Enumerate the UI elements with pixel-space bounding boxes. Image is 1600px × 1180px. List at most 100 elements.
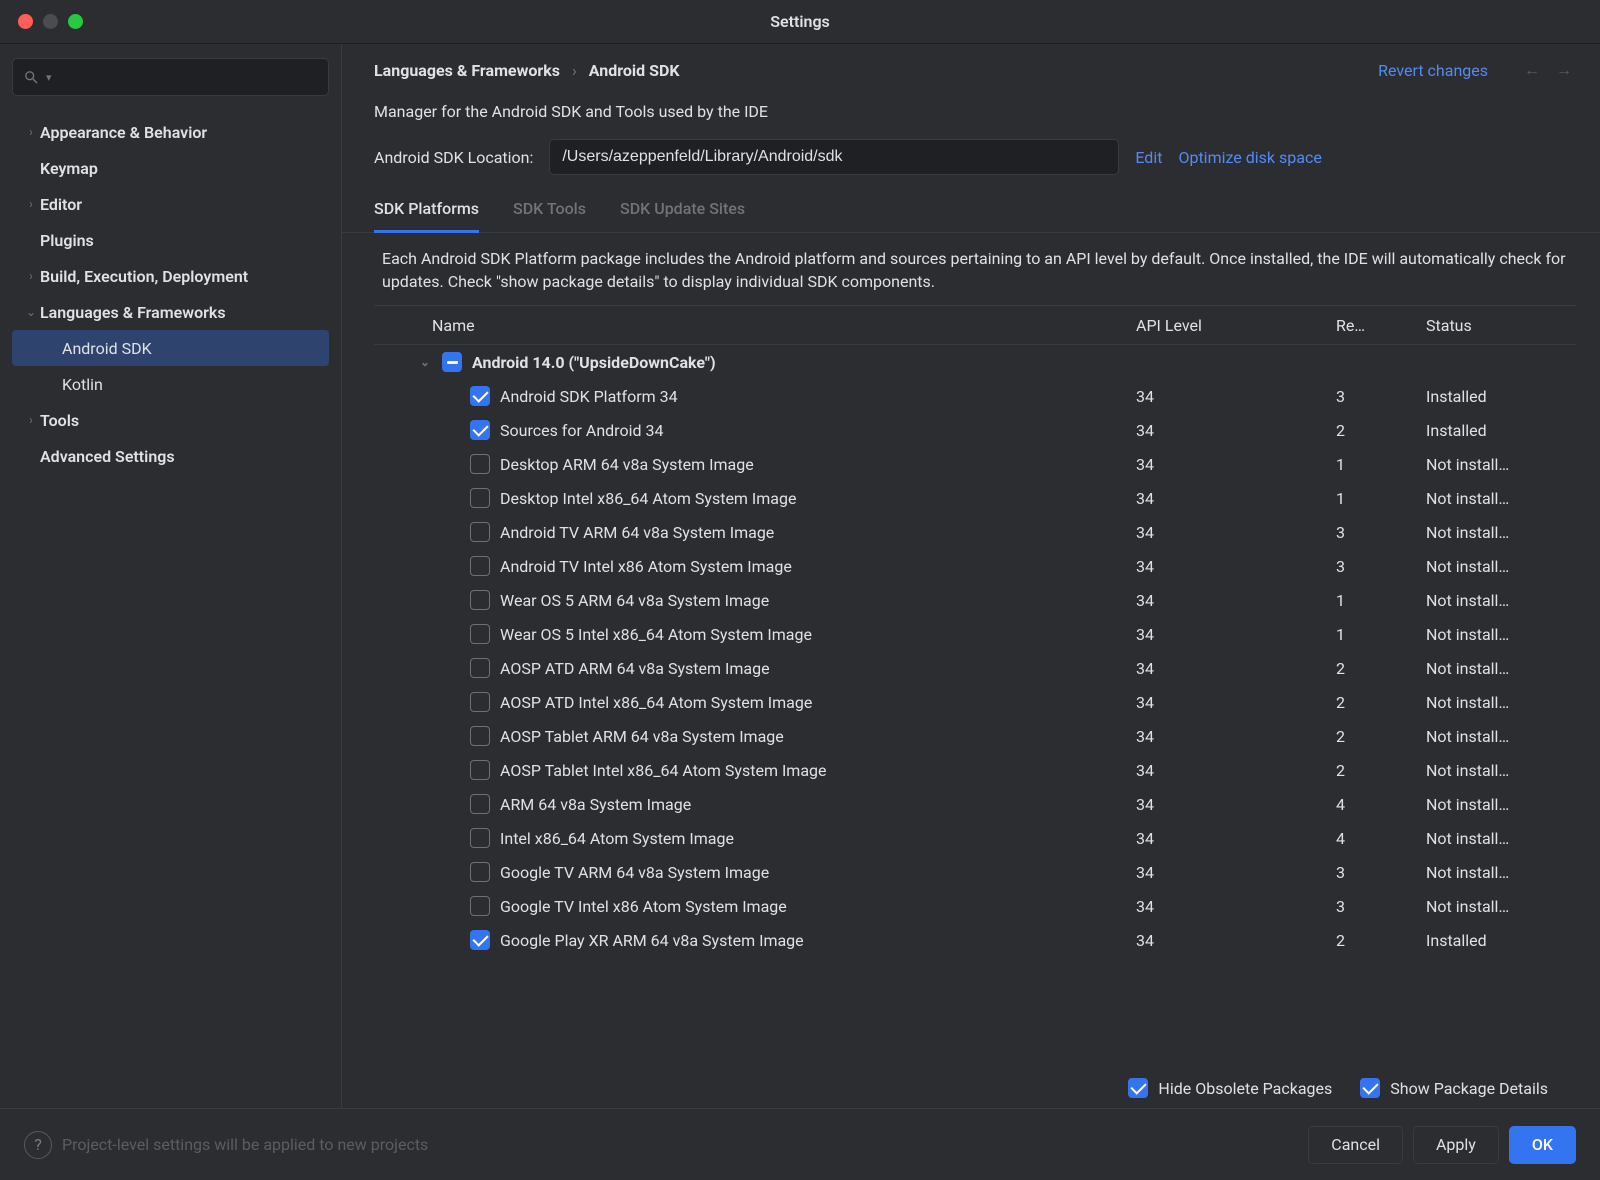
ok-button[interactable]: OK [1509, 1126, 1576, 1164]
th-name[interactable]: Name [374, 316, 1126, 335]
checkbox-icon[interactable] [470, 522, 490, 542]
show-details-checkbox[interactable]: Show Package Details [1360, 1078, 1548, 1098]
checkbox-icon [1128, 1078, 1148, 1098]
tab-description: Each Android SDK Platform package includ… [342, 233, 1600, 305]
checkbox-icon[interactable] [470, 930, 490, 950]
checkbox-icon[interactable] [470, 386, 490, 406]
row-rev: 3 [1326, 557, 1416, 576]
table-row[interactable]: AOSP ATD Intel x86_64 Atom System Image3… [374, 685, 1576, 719]
checkbox-icon[interactable] [470, 794, 490, 814]
checkbox-icon[interactable] [470, 726, 490, 746]
table-row[interactable]: AOSP Tablet Intel x86_64 Atom System Ima… [374, 753, 1576, 787]
checkbox-icon[interactable] [470, 760, 490, 780]
breadcrumb-parent[interactable]: Languages & Frameworks [374, 61, 560, 80]
table-row[interactable]: Wear OS 5 Intel x86_64 Atom System Image… [374, 617, 1576, 651]
checkbox-icon[interactable] [470, 896, 490, 916]
checkbox-icon[interactable] [470, 556, 490, 576]
window-close-button[interactable] [18, 14, 33, 29]
search-dropdown-icon[interactable]: ▾ [46, 71, 52, 84]
row-rev: 2 [1326, 693, 1416, 712]
sidebar-item[interactable]: ›Keymap [12, 150, 329, 186]
window-minimize-button[interactable] [43, 14, 58, 29]
chevron-down-icon[interactable]: ⌄ [22, 305, 40, 319]
checkbox-icon[interactable] [470, 420, 490, 440]
th-rev[interactable]: Re… [1326, 316, 1416, 335]
table-row[interactable]: Desktop ARM 64 v8a System Image341Not in… [374, 447, 1576, 481]
table-row[interactable]: Google TV Intel x86 Atom System Image343… [374, 889, 1576, 923]
table-row[interactable]: Desktop Intel x86_64 Atom System Image34… [374, 481, 1576, 515]
table-row[interactable]: AOSP Tablet ARM 64 v8a System Image342No… [374, 719, 1576, 753]
row-api: 34 [1126, 727, 1326, 746]
chevron-down-icon[interactable]: ⌄ [418, 355, 432, 369]
table-row[interactable]: AOSP ATD ARM 64 v8a System Image342Not i… [374, 651, 1576, 685]
chevron-right-icon[interactable]: › [22, 269, 40, 283]
row-name: Google Play XR ARM 64 v8a System Image [500, 931, 804, 950]
table-row[interactable]: Wear OS 5 ARM 64 v8a System Image341Not … [374, 583, 1576, 617]
sidebar-item[interactable]: Android SDK [12, 330, 329, 366]
checkbox-icon[interactable] [470, 862, 490, 882]
table-row[interactable]: Google TV ARM 64 v8a System Image343Not … [374, 855, 1576, 889]
optimize-disk-link[interactable]: Optimize disk space [1178, 148, 1321, 167]
edit-location-link[interactable]: Edit [1135, 148, 1162, 167]
table-group-row[interactable]: ⌄Android 14.0 ("UpsideDownCake") [374, 345, 1576, 379]
th-api[interactable]: API Level [1126, 316, 1326, 335]
row-rev: 1 [1326, 625, 1416, 644]
sidebar-item[interactable]: ›Appearance & Behavior [12, 114, 329, 150]
sidebar-item[interactable]: ›Tools [12, 402, 329, 438]
window-zoom-button[interactable] [68, 14, 83, 29]
chevron-right-icon[interactable]: › [22, 125, 40, 139]
row-api: 34 [1126, 897, 1326, 916]
revert-changes-link[interactable]: Revert changes [1378, 61, 1488, 80]
checkbox-icon[interactable] [442, 352, 462, 372]
checkbox-icon[interactable] [470, 692, 490, 712]
settings-search[interactable]: ▾ [12, 58, 329, 96]
row-api: 34 [1126, 625, 1326, 644]
sidebar-item[interactable]: ⌄Languages & Frameworks [12, 294, 329, 330]
search-input[interactable] [58, 67, 318, 87]
sidebar-item-label: Android SDK [62, 339, 152, 358]
nav-back-icon[interactable]: ← [1520, 58, 1544, 82]
table-row[interactable]: Android SDK Platform 34343Installed [374, 379, 1576, 413]
row-rev: 3 [1326, 897, 1416, 916]
tab[interactable]: SDK Update Sites [620, 199, 745, 232]
table-row[interactable]: Google Play XR ARM 64 v8a System Image34… [374, 923, 1576, 957]
sidebar-item[interactable]: ›Plugins [12, 222, 329, 258]
chevron-right-icon[interactable]: › [22, 197, 40, 211]
row-status: Installed [1416, 931, 1576, 950]
sidebar-item-label: Languages & Frameworks [40, 303, 226, 322]
table-row[interactable]: ARM 64 v8a System Image344Not install… [374, 787, 1576, 821]
row-api: 34 [1126, 591, 1326, 610]
tab[interactable]: SDK Tools [513, 199, 586, 232]
sidebar-item-label: Appearance & Behavior [40, 123, 207, 142]
settings-sidebar: ▾ ›Appearance & Behavior›Keymap›Editor›P… [0, 44, 342, 1108]
row-name: Wear OS 5 Intel x86_64 Atom System Image [500, 625, 812, 644]
sidebar-item[interactable]: Kotlin [12, 366, 329, 402]
sidebar-item[interactable]: ›Build, Execution, Deployment [12, 258, 329, 294]
checkbox-icon[interactable] [470, 828, 490, 848]
table-row[interactable]: Android TV Intel x86 Atom System Image34… [374, 549, 1576, 583]
checkbox-icon[interactable] [470, 658, 490, 678]
row-name: AOSP Tablet Intel x86_64 Atom System Ima… [500, 761, 827, 780]
search-icon [23, 69, 40, 86]
table-row[interactable]: Intel x86_64 Atom System Image344Not ins… [374, 821, 1576, 855]
row-name: Desktop ARM 64 v8a System Image [500, 455, 754, 474]
table-row[interactable]: Sources for Android 34342Installed [374, 413, 1576, 447]
checkbox-icon[interactable] [470, 590, 490, 610]
nav-forward-icon[interactable]: → [1552, 58, 1576, 82]
tab[interactable]: SDK Platforms [374, 199, 479, 233]
apply-button[interactable]: Apply [1413, 1126, 1499, 1164]
th-status[interactable]: Status [1416, 316, 1576, 335]
checkbox-icon[interactable] [470, 454, 490, 474]
table-body[interactable]: ⌄Android 14.0 ("UpsideDownCake")Android … [374, 345, 1576, 1064]
cancel-button[interactable]: Cancel [1308, 1126, 1403, 1164]
sidebar-item[interactable]: ›Advanced Settings [12, 438, 329, 474]
sdk-location-input[interactable] [549, 139, 1119, 175]
titlebar: Settings [0, 0, 1600, 44]
hide-obsolete-checkbox[interactable]: Hide Obsolete Packages [1128, 1078, 1332, 1098]
table-row[interactable]: Android TV ARM 64 v8a System Image343Not… [374, 515, 1576, 549]
chevron-right-icon[interactable]: › [22, 413, 40, 427]
sidebar-item[interactable]: ›Editor [12, 186, 329, 222]
checkbox-icon[interactable] [470, 624, 490, 644]
help-icon[interactable]: ? [24, 1131, 52, 1159]
checkbox-icon[interactable] [470, 488, 490, 508]
